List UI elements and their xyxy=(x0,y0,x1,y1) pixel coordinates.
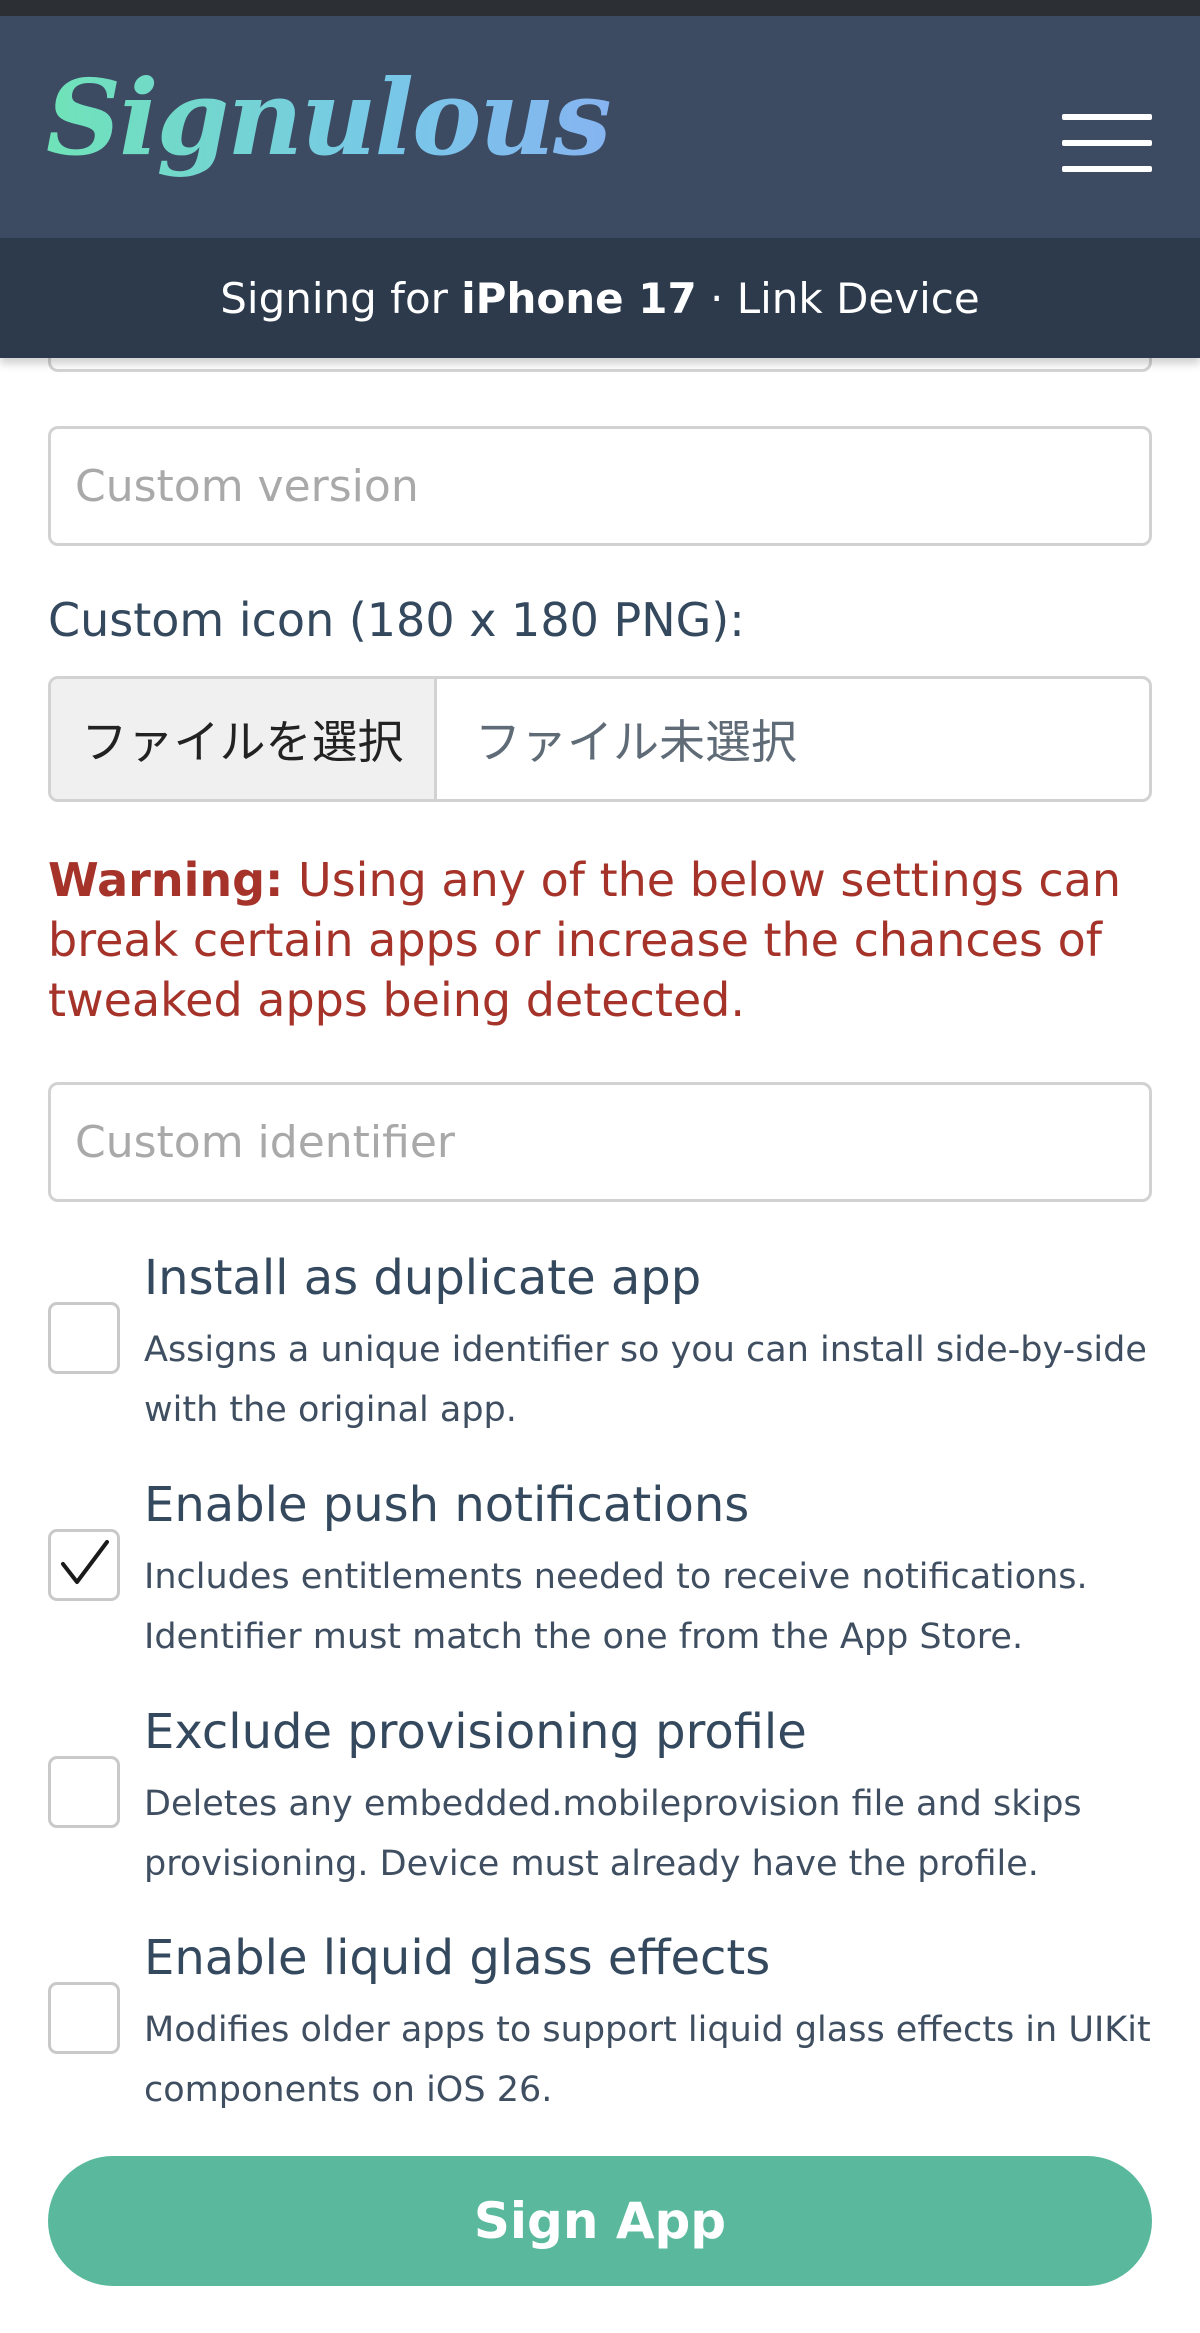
custom-icon-label: Custom icon (180 x 180 PNG): xyxy=(48,593,745,647)
option-title[interactable]: Install as duplicate app xyxy=(144,1250,701,1306)
top-status-strip xyxy=(0,0,1200,16)
choose-file-button[interactable]: ファイルを選択 xyxy=(51,679,437,799)
liquid-glass-checkbox[interactable] xyxy=(48,1982,120,2054)
duplicate-app-checkbox[interactable] xyxy=(48,1302,120,1374)
push-notifications-checkbox[interactable] xyxy=(48,1529,120,1601)
option-description: Modifies older apps to support liquid gl… xyxy=(144,2010,1151,2110)
sign-app-button[interactable]: Sign App xyxy=(48,2156,1152,2286)
option-description: Includes entitlements needed to receive … xyxy=(144,1557,1088,1657)
signing-for-label: Signing for xyxy=(220,273,462,323)
exclude-provisioning-checkbox[interactable] xyxy=(48,1756,120,1828)
custom-version-input[interactable] xyxy=(48,426,1152,546)
option-title[interactable]: Enable liquid glass effects xyxy=(144,1930,770,1986)
navbar: Signulous xyxy=(0,16,1200,238)
logo-text: Signulous xyxy=(46,56,612,179)
option-description: Assigns a unique identifier so you can i… xyxy=(144,1330,1147,1430)
option-title[interactable]: Exclude provisioning profile xyxy=(144,1704,807,1760)
custom-icon-file-input[interactable]: ファイルを選択 ファイル未選択 xyxy=(48,676,1152,802)
file-status-text: ファイル未選択 xyxy=(475,715,797,769)
signulous-logo[interactable]: Signulous xyxy=(46,66,612,170)
custom-identifier-input[interactable] xyxy=(48,1082,1152,1202)
separator-dot: · xyxy=(696,273,737,323)
warning-message: Warning: Using any of the below settings… xyxy=(48,850,1152,1030)
checkmark-icon xyxy=(61,1540,109,1584)
option-description: Deletes any embedded.mobileprovision fil… xyxy=(144,1784,1082,1884)
link-device-link[interactable]: Link Device xyxy=(737,274,980,323)
warning-strong: Warning: xyxy=(48,853,284,907)
device-name: iPhone 17 xyxy=(461,273,697,323)
hamburger-menu-icon[interactable] xyxy=(1062,114,1152,172)
option-title[interactable]: Enable push notifications xyxy=(144,1477,749,1533)
device-bar: Signing for iPhone 17 · Link Device xyxy=(0,238,1200,358)
